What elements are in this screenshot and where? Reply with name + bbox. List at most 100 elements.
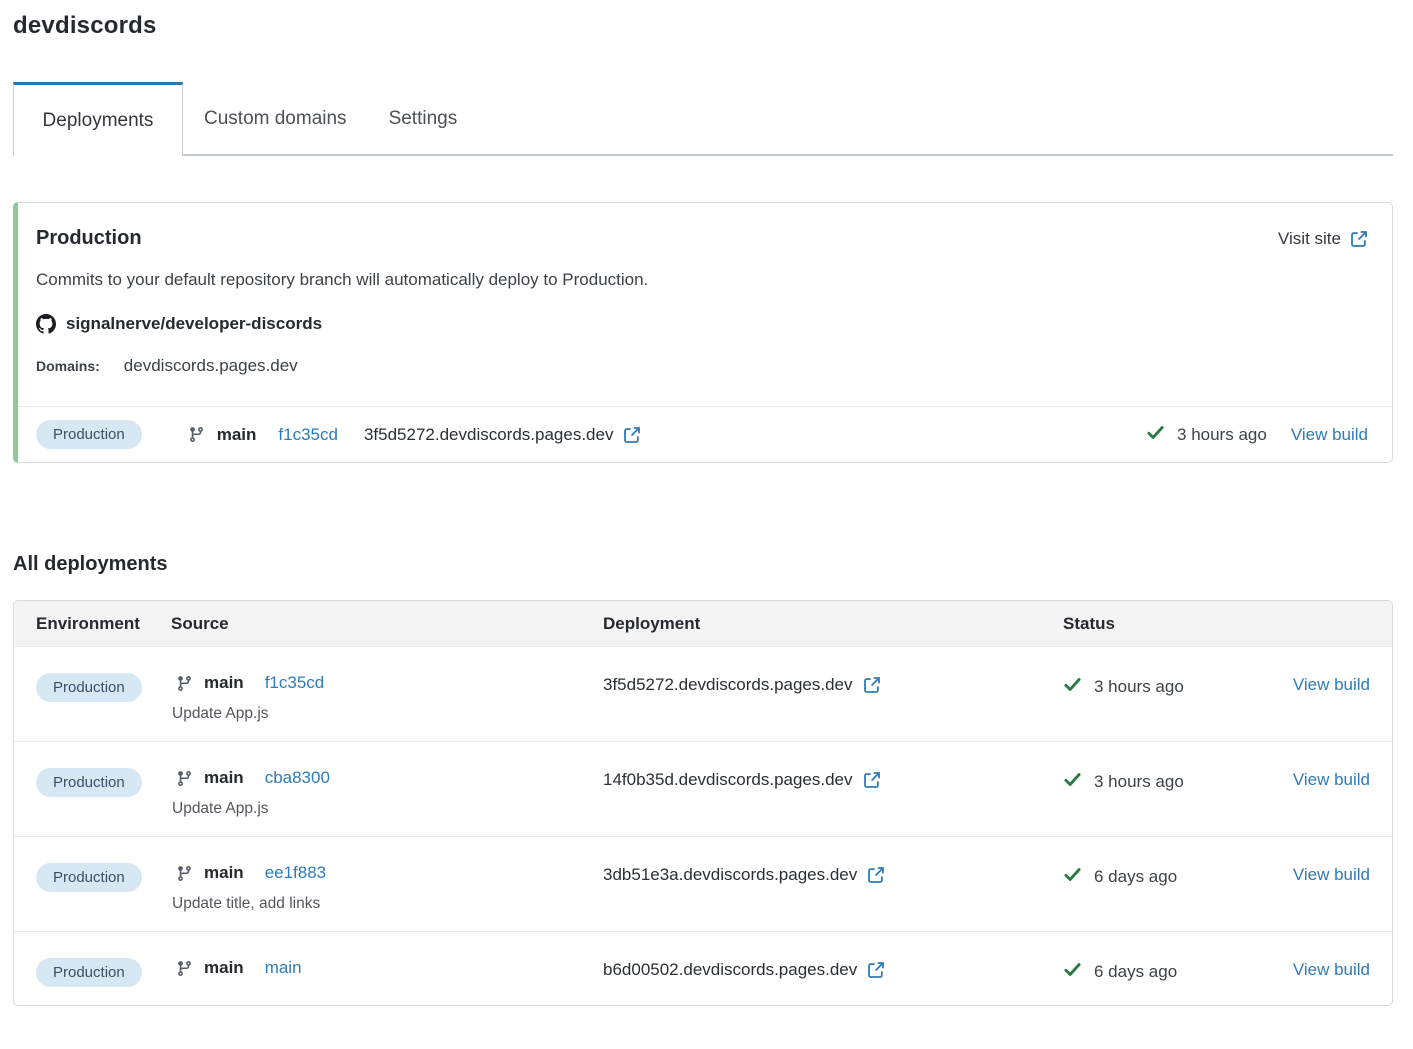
external-link-icon[interactable] <box>863 676 881 694</box>
external-link-icon[interactable] <box>867 961 885 979</box>
deployments-table: Environment Source Deployment Status Pro… <box>13 600 1393 1006</box>
cell-status: 6 days ago <box>1063 865 1283 889</box>
table-header-row: Environment Source Deployment Status <box>14 601 1392 646</box>
branch-name: main <box>217 425 257 445</box>
cell-deployment: 3db51e3a.devdiscords.pages.dev <box>603 865 1063 885</box>
visit-site-link[interactable]: Visit site <box>1278 229 1368 249</box>
environment-badge: Production <box>36 863 142 892</box>
cell-source: main f1c35cd Update App.js <box>171 673 603 723</box>
tab-custom-domains-label: Custom domains <box>204 108 347 130</box>
column-header-source: Source <box>171 614 603 634</box>
view-build-link[interactable]: View build <box>1293 675 1370 694</box>
cell-source: main cba8300 Update App.js <box>171 768 603 818</box>
tab-bar: Deployments Custom domains Settings <box>13 82 1393 156</box>
cell-source: main main <box>171 958 603 978</box>
deployment-url: b6d00502.devdiscords.pages.dev <box>603 960 857 980</box>
commit-link[interactable]: f1c35cd <box>265 673 325 693</box>
visit-site-label: Visit site <box>1278 229 1341 249</box>
branch-name: main <box>204 768 244 788</box>
cell-status: 3 hours ago <box>1063 675 1283 699</box>
environment-badge: Production <box>36 673 142 702</box>
pages-project-page: devdiscords Deployments Custom domains S… <box>0 12 1413 1006</box>
git-branch-icon <box>176 865 193 882</box>
deployment-url: 3f5d5272.devdiscords.pages.dev <box>364 425 614 445</box>
production-card: Production Visit site Commits to your de… <box>13 202 1393 463</box>
environment-badge: Production <box>36 958 142 987</box>
git-branch-icon <box>176 675 193 692</box>
status-time: 6 days ago <box>1094 962 1177 982</box>
success-check-icon <box>1146 423 1165 447</box>
page-title: devdiscords <box>13 12 1393 40</box>
view-build-link[interactable]: View build <box>1293 865 1370 884</box>
cell-deployment: 3f5d5272.devdiscords.pages.dev <box>603 675 1063 695</box>
external-link-icon[interactable] <box>867 866 885 884</box>
tab-custom-domains[interactable]: Custom domains <box>183 82 368 156</box>
cell-status: 6 days ago <box>1063 960 1283 984</box>
tab-deployments[interactable]: Deployments <box>13 82 183 156</box>
cell-view-build: View build <box>1283 675 1370 695</box>
git-branch-icon <box>176 960 193 977</box>
production-deployment-row: Production main f1c35cd 3f5d5272.devdisc… <box>18 406 1392 462</box>
cell-view-build: View build <box>1283 865 1370 885</box>
cell-status: 3 hours ago <box>1063 770 1283 794</box>
external-link-icon[interactable] <box>623 426 641 444</box>
status-time: 6 days ago <box>1094 867 1177 887</box>
deployment-url: 3f5d5272.devdiscords.pages.dev <box>603 675 853 695</box>
table-row: Production main f1c35cd Update App.js 3f… <box>14 646 1392 741</box>
environment-badge: Production <box>36 420 142 449</box>
view-build-link[interactable]: View build <box>1293 770 1370 789</box>
success-check-icon <box>1063 865 1082 889</box>
view-build-link[interactable]: View build <box>1291 425 1368 445</box>
cell-environment: Production <box>36 768 171 797</box>
branch-name: main <box>204 958 244 978</box>
external-link-icon[interactable] <box>863 771 881 789</box>
view-build-link[interactable]: View build <box>1293 960 1370 979</box>
deployment-url: 3db51e3a.devdiscords.pages.dev <box>603 865 857 885</box>
cell-environment: Production <box>36 673 171 702</box>
table-row: Production main main b6d00502.devdiscord… <box>14 931 1392 1005</box>
cell-environment: Production <box>36 863 171 892</box>
column-header-status: Status <box>1063 614 1283 634</box>
status-time: 3 hours ago <box>1177 425 1267 445</box>
commit-link[interactable]: f1c35cd <box>278 425 338 445</box>
cell-view-build: View build <box>1283 960 1370 980</box>
status-time: 3 hours ago <box>1094 677 1184 697</box>
cell-view-build: View build <box>1283 770 1370 790</box>
branch-name: main <box>204 863 244 883</box>
domains-label: Domains: <box>36 358 100 374</box>
cell-environment: Production <box>36 958 171 987</box>
domains-value: devdiscords.pages.dev <box>124 356 298 376</box>
all-deployments-title: All deployments <box>13 553 1393 576</box>
cell-deployment: b6d00502.devdiscords.pages.dev <box>603 960 1063 980</box>
cell-deployment: 14f0b35d.devdiscords.pages.dev <box>603 770 1063 790</box>
production-description: Commits to your default repository branc… <box>36 270 1368 290</box>
domains-row: Domains: devdiscords.pages.dev <box>36 356 1368 376</box>
commit-link[interactable]: main <box>265 958 302 978</box>
table-row: Production main cba8300 Update App.js 14… <box>14 741 1392 836</box>
success-check-icon <box>1063 770 1082 794</box>
branch-name: main <box>204 673 244 693</box>
deployment-status: 3 hours ago View build <box>1146 423 1368 447</box>
column-header-environment: Environment <box>36 614 171 634</box>
success-check-icon <box>1063 675 1082 699</box>
status-time: 3 hours ago <box>1094 772 1184 792</box>
github-icon <box>36 314 56 334</box>
tab-deployments-label: Deployments <box>43 110 154 132</box>
cell-source: main ee1f883 Update title, add links <box>171 863 603 913</box>
deployment-url: 14f0b35d.devdiscords.pages.dev <box>603 770 853 790</box>
git-branch-icon <box>188 426 205 443</box>
tab-settings-label: Settings <box>389 108 458 130</box>
commit-message: Update App.js <box>172 705 603 723</box>
repo-link[interactable]: signalnerve/developer-discords <box>36 314 1368 334</box>
commit-message: Update App.js <box>172 800 603 818</box>
commit-link[interactable]: cba8300 <box>265 768 330 788</box>
success-check-icon <box>1063 960 1082 984</box>
tab-bar-divider <box>183 154 1393 156</box>
tab-settings[interactable]: Settings <box>368 82 479 156</box>
commit-link[interactable]: ee1f883 <box>265 863 326 883</box>
environment-badge: Production <box>36 768 142 797</box>
column-header-deployment: Deployment <box>603 614 1063 634</box>
production-card-title: Production <box>36 227 142 250</box>
external-link-icon[interactable] <box>1350 230 1368 248</box>
commit-message: Update title, add links <box>172 895 603 913</box>
